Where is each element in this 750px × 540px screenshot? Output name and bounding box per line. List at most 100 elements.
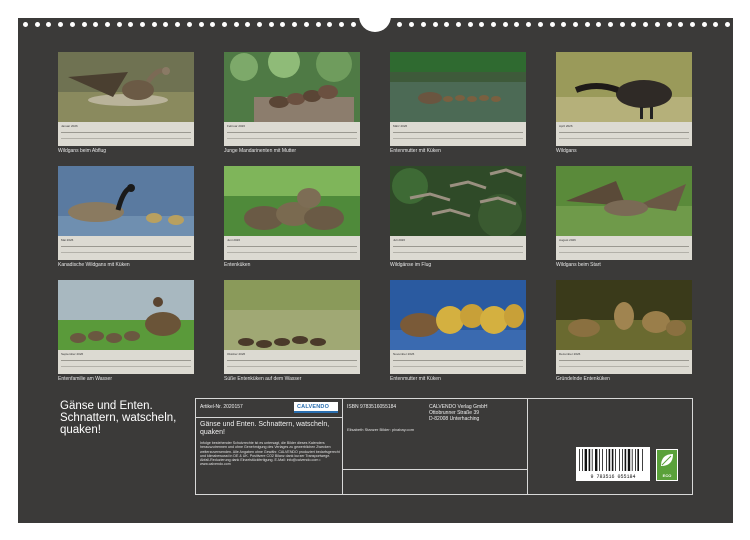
month-calendar: August 2026 <box>556 236 692 260</box>
month-name: Mai 2026 <box>61 238 74 242</box>
binding-hole <box>619 22 625 27</box>
binding-hole <box>643 22 649 27</box>
binding-hole <box>23 22 28 27</box>
barcode-bar <box>622 449 623 471</box>
barcode-bar <box>619 449 620 471</box>
photo-mandarin-ducklings <box>224 52 360 122</box>
calendar-back-page: Januar 2026 Wildgans beim Abflug Februar… <box>18 16 733 523</box>
binding-hole <box>631 22 637 27</box>
binding-hole <box>713 22 719 27</box>
barcode: 9 783516 055184 <box>576 447 650 481</box>
barcode-bar <box>624 449 627 471</box>
binding-hole <box>549 22 555 27</box>
month-name: Januar 2026 <box>61 124 78 128</box>
photo-caption: Entenmutter mit Küken <box>390 148 441 154</box>
binding-hole <box>140 22 145 27</box>
image-credit: Elisabeth Stanzer Bilder: pixabay.com <box>347 427 415 432</box>
month-calendar: März 2026 <box>390 122 526 146</box>
photo-dabbling-ducklings <box>556 280 692 350</box>
logo-text: CALVENDO <box>297 404 330 410</box>
info-box: Artikel-Nr. 2020157 CALVENDO Gänse und E… <box>195 398 693 495</box>
barcode-bar <box>582 449 583 471</box>
photo-caption: Entenfamilie am Wasser <box>58 376 112 382</box>
binding-hole <box>514 22 520 27</box>
binding-hole <box>186 22 192 27</box>
binding-hole <box>58 22 64 27</box>
photo-canada-goose-goslings <box>58 166 194 236</box>
binding-hole <box>233 22 239 27</box>
binding-hole <box>128 22 134 27</box>
month-name: März 2026 <box>393 124 408 128</box>
photo-caption: Süße Entenküken auf dem Wasser <box>224 376 302 382</box>
binding-hole <box>455 22 461 27</box>
month-name: Juni 2026 <box>227 238 241 242</box>
barcode-bar <box>579 449 580 471</box>
binding-hole <box>163 22 169 27</box>
month-name: November 2026 <box>393 352 415 356</box>
photo-caption: Junge Mandarinenten mit Mutter <box>224 148 296 154</box>
barcode-bar <box>599 449 600 471</box>
barcode-bars <box>579 449 643 471</box>
binding-hole <box>151 22 157 27</box>
binding-hole <box>479 22 485 27</box>
calendar-title: Gänse und Enten. Schnattern, watscheln, … <box>60 400 177 436</box>
binding-hole <box>350 22 356 27</box>
subtitle: Gänse und Enten. Schnattern, watscheln, … <box>200 421 330 436</box>
month-calendar: Juni 2026 <box>224 236 360 260</box>
month-calendar: April 2026 <box>556 122 692 146</box>
binding-hole <box>409 22 415 27</box>
binding-hole <box>725 22 730 27</box>
photo-goose-takeoff <box>58 52 194 122</box>
binding-hole <box>34 22 40 27</box>
month-name: Februar 2026 <box>227 124 246 128</box>
photo-caption: Entenküken <box>224 262 251 268</box>
barcode-bar <box>615 449 616 471</box>
barcode-bar <box>591 449 593 471</box>
binding-hole <box>432 22 438 27</box>
barcode-bar <box>635 449 636 471</box>
binding-hole <box>315 22 321 27</box>
binding-hole <box>93 22 99 27</box>
binding-hole <box>666 22 672 27</box>
publisher-address: CALVENDO Verlag GmbH Ottobrunner Straße … <box>429 404 488 422</box>
binding-hole <box>572 22 578 27</box>
binding-hole <box>292 22 298 27</box>
binding-hole <box>327 22 333 27</box>
binding-hole <box>69 22 75 27</box>
photo-caption: Kanadische Wildgans mit Küken <box>58 262 130 268</box>
binding-hole <box>245 22 251 27</box>
month-calendar: Mai 2026 <box>58 236 194 260</box>
binding-hole <box>654 22 660 27</box>
photo-caption: Wildgans beim Start <box>556 262 601 268</box>
barcode-bar <box>627 449 631 471</box>
photo-caption: Gründelnde Entenküken <box>556 376 610 382</box>
binding-hole <box>596 22 602 27</box>
binding-hole <box>303 22 309 27</box>
barcode-bar <box>608 449 611 471</box>
isbn: ISBN 9783516055184 <box>347 404 397 410</box>
info-column-article: Artikel-Nr. 2020157 CALVENDO Gänse und E… <box>196 399 343 494</box>
photo-caption: Wildgans beim Abflug <box>58 148 107 154</box>
binding-hole <box>701 22 707 27</box>
binding-hole <box>104 22 110 27</box>
month-name: Dezember 2026 <box>559 352 581 356</box>
photo-geese-flight <box>390 166 526 236</box>
barcode-bar <box>631 449 633 471</box>
month-calendar: Februar 2026 <box>224 122 360 146</box>
month-name: April 2026 <box>559 124 573 128</box>
photo-brant-goose <box>556 52 692 122</box>
calvendo-logo: CALVENDO <box>294 402 338 413</box>
photo-ducklings-on-water <box>224 280 360 350</box>
publisher-city: D-82008 Unterhaching <box>429 416 480 422</box>
binding-hole <box>81 22 87 27</box>
photo-duck-ducklings <box>390 52 526 122</box>
photo-duck-ducklings-blue <box>390 280 526 350</box>
eco-badge: ECO <box>656 449 678 481</box>
article-number: Artikel-Nr. 2020157 <box>200 404 243 410</box>
month-calendar: Juli 2026 <box>390 236 526 260</box>
binding-hole <box>198 22 204 27</box>
leaf-icon <box>661 454 673 466</box>
info-column-barcode: 9 783516 055184 ECO <box>528 399 692 494</box>
binding-hole <box>268 22 274 27</box>
binding-hole <box>608 22 613 27</box>
